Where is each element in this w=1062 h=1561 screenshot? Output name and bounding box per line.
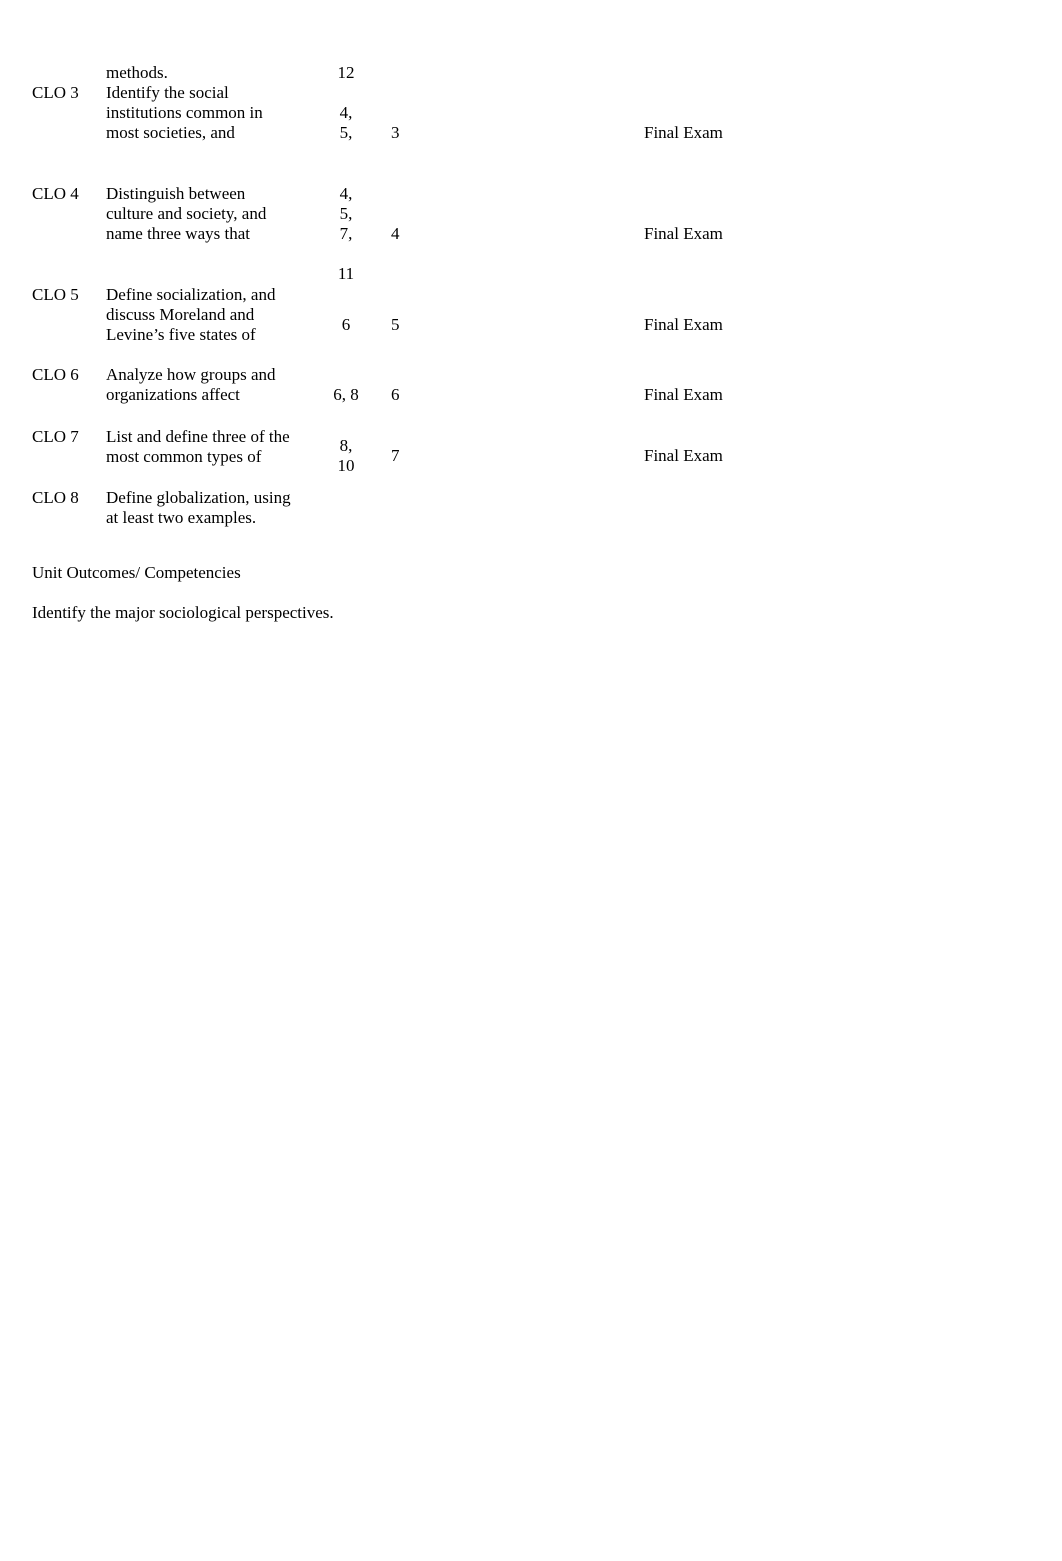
weeks: 4, (339, 184, 353, 203)
weeks: 4, (339, 103, 353, 122)
weeks: 5, (339, 204, 353, 223)
weeks: 6, 8 (333, 385, 359, 404)
clo-label: CLO 7 (32, 427, 79, 446)
clo-description: Analyze how groups and organizations aff… (106, 365, 316, 411)
unit-number: 7 (391, 446, 400, 465)
clo-description: List and define three of the most common… (106, 427, 316, 473)
description-line: institutions common in (106, 103, 263, 122)
clo-description: Define globalization, using at least two… (106, 488, 316, 528)
clo-description: Define socialization, and discuss Morela… (106, 285, 316, 345)
assessment: Final Exam (644, 446, 723, 465)
description-line: Define socialization, and (106, 285, 276, 304)
description-line: most societies, and (106, 123, 235, 142)
description-line: Levine’s five states of (106, 325, 256, 344)
description-line: List and define three of the (106, 427, 290, 446)
unit-number: 5 (391, 315, 400, 334)
assessment: Final Exam (644, 123, 723, 142)
clo-label: CLO 8 (32, 488, 79, 507)
unit-number: 3 (391, 123, 400, 142)
clo-description: Identify the social institutions common … (106, 83, 316, 149)
assessment: Final Exam (644, 224, 723, 243)
clo-label: CLO 4 (32, 184, 79, 203)
weeks-carryover: 11 (337, 264, 355, 283)
description-line: Identify the social (106, 83, 229, 102)
weeks-fragment: 12 (337, 63, 355, 82)
clo-label: CLO 5 (32, 285, 79, 304)
description-line: at least two examples. (106, 508, 257, 527)
unit-outcomes-heading: Unit Outcomes/ Competencies (32, 563, 241, 582)
assessment: Final Exam (644, 315, 723, 334)
description-line: Analyze how groups and (106, 365, 276, 384)
unit-number: 6 (391, 385, 400, 404)
weeks: 8, (339, 436, 353, 455)
description-line: organizations affect (106, 385, 240, 404)
description-line: Define globalization, using (106, 488, 291, 507)
description-fragment: methods. (106, 63, 168, 82)
clo-label: CLO 6 (32, 365, 79, 384)
unit-number: 4 (391, 224, 400, 243)
description-line: most common types of (106, 447, 262, 466)
clo-description: Distinguish between culture and society,… (106, 184, 316, 250)
description-line: discuss Moreland and (106, 305, 255, 324)
unit-outcome: Identify the major sociological perspect… (32, 603, 334, 622)
description-line: Distinguish between (106, 184, 246, 203)
description-line: name three ways that (106, 224, 250, 243)
clo-label: CLO 3 (32, 83, 79, 102)
description-line: culture and society, and (106, 204, 267, 223)
weeks: 7, (339, 224, 353, 243)
weeks: 5, (339, 123, 353, 142)
assessment: Final Exam (644, 385, 723, 404)
weeks: 6 (341, 315, 351, 334)
weeks: 10 (337, 456, 355, 475)
